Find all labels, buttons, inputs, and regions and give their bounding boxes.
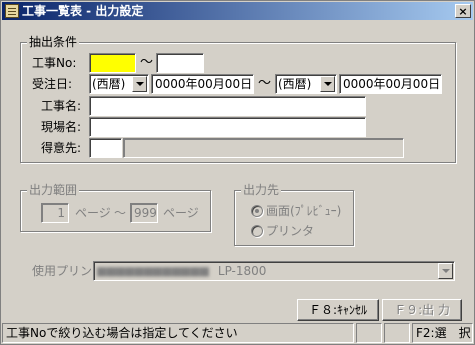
juchu-date-label: 受注日: [32, 77, 73, 91]
title-bar: 工事一覧表 - 出力設定 × [2, 2, 473, 20]
tokuisaki-name-field [123, 138, 404, 158]
range-to-page-value: 999 [134, 206, 157, 220]
output-destination-legend: 出力先 [241, 183, 282, 197]
era-from-select[interactable]: (西暦) [89, 74, 149, 94]
koji-no-tilde: ～ [140, 55, 154, 70]
dialog-window: 工事一覧表 - 出力設定 × 抽出条件 工事No: ～ 受注日: (西暦) 00… [0, 0, 475, 345]
koji-name-label: 工事名: [41, 99, 82, 113]
output-printer-label: プリンタ [266, 224, 315, 238]
output-button[interactable]: Ｆ９:出 力 [382, 299, 462, 321]
chevron-down-icon [441, 269, 450, 273]
status-panel-empty-1 [356, 323, 382, 343]
status-message: 工事Noで絞り込む場合は指定してください [2, 323, 354, 343]
date-tilde: ～ [258, 76, 272, 91]
koji-name-input[interactable] [89, 96, 366, 116]
era-from-value: (西暦) [92, 77, 126, 91]
era-to-dropdown-button[interactable] [320, 76, 335, 92]
cancel-button[interactable]: Ｆ８:ｷｬﾝｾﾙ [297, 299, 379, 321]
range-page-label-2: ページ [163, 206, 199, 220]
output-screen-label: 画面(ﾌﾟﾚﾋﾞｭｰ) [266, 204, 342, 218]
chevron-down-icon [323, 82, 332, 86]
output-printer-radio[interactable] [251, 225, 263, 237]
tokuisaki-code-input[interactable] [89, 138, 122, 158]
window-title: 工事一覧表 - 出力設定 [22, 4, 144, 18]
extraction-criteria-legend: 抽出条件 [27, 35, 80, 49]
status-key-hint: F2:選 択 [412, 323, 473, 343]
date-from-input[interactable]: 0000年00月00日 [151, 74, 254, 94]
printer-select[interactable]: ■■■■■■■■■■■■ LP-1800 [93, 261, 455, 281]
printer-model: LP-1800 [217, 264, 267, 278]
output-screen-radio[interactable] [251, 205, 263, 217]
era-from-dropdown-button[interactable] [132, 76, 147, 92]
range-to-page-input[interactable]: 999 [130, 203, 158, 223]
koji-no-to-input[interactable] [156, 53, 204, 73]
date-to-input[interactable]: 0000年00月00日 [339, 74, 442, 94]
range-from-page-value: 1 [57, 206, 65, 220]
printer-name-blurred: ■■■■■■■■■■■■ [96, 264, 210, 278]
range-from-page-input[interactable]: 1 [41, 203, 69, 223]
koji-no-from-input[interactable] [89, 53, 136, 73]
koji-no-label: 工事No: [32, 56, 77, 70]
chevron-down-icon [135, 82, 144, 86]
tokuisaki-label: 得意先: [41, 141, 82, 155]
genba-name-input[interactable] [89, 117, 366, 137]
close-button[interactable]: × [455, 4, 471, 18]
genba-name-label: 現場名: [41, 120, 82, 134]
output-range-legend: 出力範囲 [27, 183, 80, 197]
era-to-value: (西暦) [278, 77, 312, 91]
printer-dropdown-button[interactable] [438, 263, 453, 279]
range-tilde: ～ [114, 206, 127, 220]
era-to-select[interactable]: (西暦) [275, 74, 337, 94]
app-icon [5, 4, 19, 18]
status-panel-empty-2 [384, 323, 410, 343]
range-page-label-1: ページ [75, 206, 111, 220]
